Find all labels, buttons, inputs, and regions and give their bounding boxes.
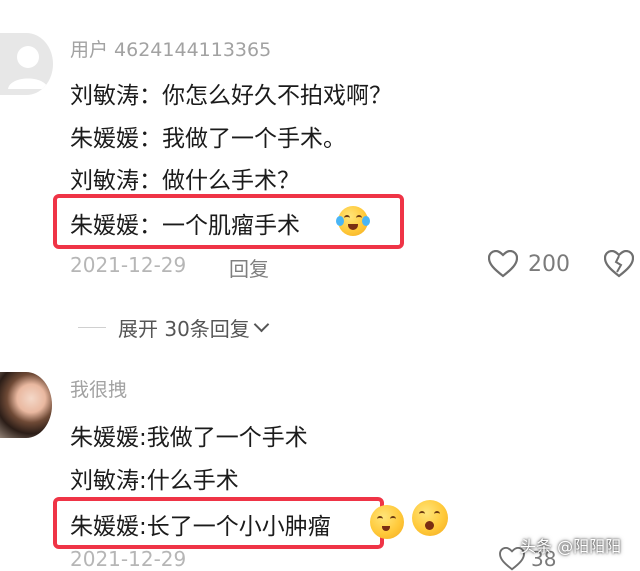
- broken-heart-icon: [603, 249, 635, 278]
- shy-face-emoji-icon: [370, 505, 404, 539]
- expand-replies-label: 展开 30条回复: [118, 317, 250, 341]
- comment-line: 刘敏涛：做什么手术？: [70, 168, 300, 194]
- comment-line: 刘敏涛:什么手术: [70, 468, 239, 494]
- user-avatar-default[interactable]: [0, 33, 53, 95]
- like-button[interactable]: 200: [488, 250, 570, 278]
- watermark: 头条 @阳阳阳: [520, 537, 622, 556]
- heart-icon: [488, 250, 518, 278]
- comment-line-highlighted: 朱媛媛：一个肌瘤手术: [70, 213, 300, 239]
- expand-replies-button[interactable]: 展开 30条回复: [78, 313, 270, 342]
- like-count: 200: [528, 251, 570, 277]
- comment-date: 2021-12-29: [70, 253, 187, 277]
- comment-line: 朱媛媛：我做了一个手术。: [70, 126, 346, 152]
- comment-line-highlighted: 朱媛媛:长了一个小小肿瘤: [70, 514, 331, 540]
- default-avatar-icon: [8, 46, 48, 89]
- comment-line: 朱媛媛:我做了一个手术: [70, 425, 308, 451]
- dislike-button[interactable]: [603, 249, 635, 282]
- comment-date: 2021-12-29: [70, 547, 187, 571]
- divider-line: [78, 327, 106, 328]
- comment-username[interactable]: 用户 4624144113365: [70, 35, 271, 62]
- chevron-down-icon: [253, 316, 270, 333]
- reply-button[interactable]: 回复: [229, 253, 269, 282]
- user-avatar-photo[interactable]: [0, 372, 52, 438]
- comment-username[interactable]: 我很拽: [70, 375, 127, 402]
- surprised-face-emoji-icon: [412, 500, 448, 536]
- comment-line: 刘敏涛：你怎么好久不拍戏啊？: [70, 83, 392, 109]
- crying-laughing-emoji-icon: [336, 206, 370, 236]
